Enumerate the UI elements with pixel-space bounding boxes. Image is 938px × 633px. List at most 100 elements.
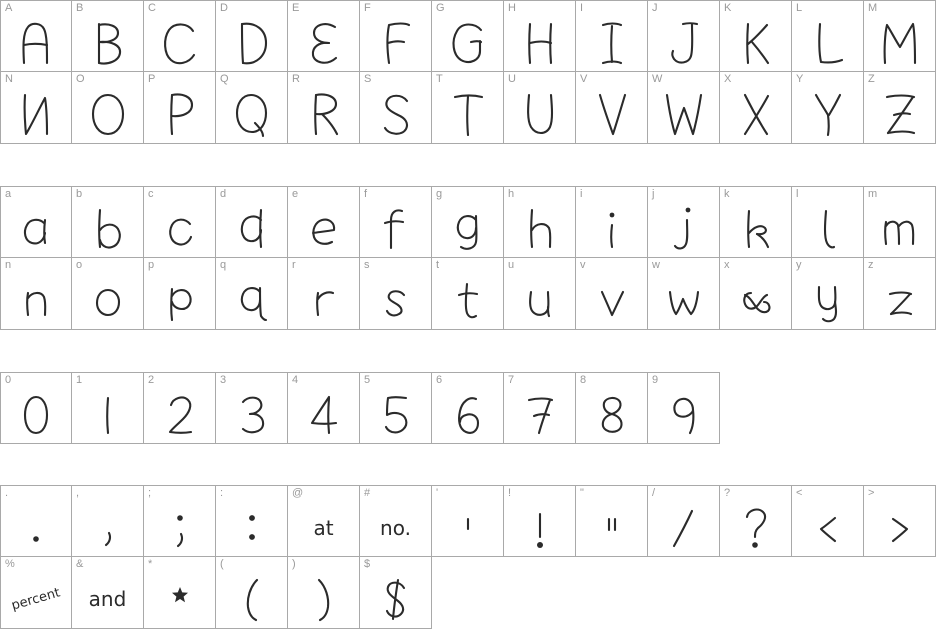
glyph-cell-punctuation-![interactable]: !	[504, 485, 576, 557]
glyph-preview-K	[720, 14, 791, 71]
glyph-cell-punctuation-<[interactable]: <	[792, 485, 864, 557]
glyph-cell-punctuation-$[interactable]: $	[360, 557, 432, 629]
glyph-cell-punctuation-?[interactable]: ?	[720, 485, 792, 557]
glyph-cell-punctuation-,[interactable]: ,	[72, 485, 144, 557]
glyph-cell-digits-3[interactable]: 3	[216, 372, 288, 444]
glyph-cell-lowercase-g[interactable]: g	[432, 186, 504, 258]
glyph-cell-uppercase-W[interactable]: W	[648, 72, 720, 144]
glyph-cell-lowercase-a[interactable]: a	[0, 186, 72, 258]
glyph-cell-uppercase-A[interactable]: A	[0, 0, 72, 72]
glyph-cell-uppercase-R[interactable]: R	[288, 72, 360, 144]
glyph-cell-uppercase-P[interactable]: P	[144, 72, 216, 144]
glyph-cell-lowercase-i[interactable]: i	[576, 186, 648, 258]
glyph-cell-punctuation-([interactable]: (	[216, 557, 288, 629]
glyph-cell-digits-6[interactable]: 6	[432, 372, 504, 444]
glyph-cell-digits-9[interactable]: 9	[648, 372, 720, 444]
glyph-cell-uppercase-K[interactable]: K	[720, 0, 792, 72]
glyph-cell-digits-5[interactable]: 5	[360, 372, 432, 444]
glyph-cell-uppercase-I[interactable]: I	[576, 0, 648, 72]
glyph-preview-F	[360, 14, 431, 71]
glyph-cell-lowercase-o[interactable]: o	[72, 258, 144, 330]
glyph-cell-lowercase-y[interactable]: y	[792, 258, 864, 330]
glyph-cell-punctuation-:[interactable]: :	[216, 485, 288, 557]
glyph-cell-uppercase-U[interactable]: U	[504, 72, 576, 144]
glyph-cell-lowercase-s[interactable]: s	[360, 258, 432, 330]
glyph-cell-lowercase-p[interactable]: p	[144, 258, 216, 330]
glyph-preview-dollar	[360, 570, 431, 628]
glyph-cell-punctuation-.[interactable]: .	[0, 485, 72, 557]
glyph-cell-punctuation-/[interactable]: /	[648, 485, 720, 557]
glyph-cell-digits-8[interactable]: 8	[576, 372, 648, 444]
glyph-cell-lowercase-q[interactable]: q	[216, 258, 288, 330]
glyph-cell-lowercase-t[interactable]: t	[432, 258, 504, 330]
glyph-cell-uppercase-G[interactable]: G	[432, 0, 504, 72]
glyph-cell-lowercase-h[interactable]: h	[504, 186, 576, 258]
glyph-cell-uppercase-Q[interactable]: Q	[216, 72, 288, 144]
glyph-preview-q	[216, 271, 287, 329]
glyph-preview-m	[864, 200, 935, 257]
glyph-cell-uppercase-O[interactable]: O	[72, 72, 144, 144]
glyph-cell-punctuation-)[interactable]: )	[288, 557, 360, 629]
glyph-cell-digits-2[interactable]: 2	[144, 372, 216, 444]
glyph-cell-uppercase-Z[interactable]: Z	[864, 72, 936, 144]
glyph-cell-uppercase-V[interactable]: V	[576, 72, 648, 144]
glyph-cell-digits-1[interactable]: 1	[72, 372, 144, 444]
glyph-preview-f	[360, 200, 431, 257]
glyph-cell-uppercase-L[interactable]: L	[792, 0, 864, 72]
glyph-cell-lowercase-x[interactable]: x	[720, 258, 792, 330]
glyph-cell-label: S	[364, 73, 372, 85]
glyph-cell-uppercase-T[interactable]: T	[432, 72, 504, 144]
glyph-preview-t	[432, 271, 503, 329]
glyph-cell-punctuation-;[interactable]: ;	[144, 485, 216, 557]
glyph-cell-label: m	[868, 188, 878, 200]
glyph-cell-punctuation-"[interactable]: "	[576, 485, 648, 557]
glyph-cell-lowercase-j[interactable]: j	[648, 186, 720, 258]
glyph-cell-lowercase-u[interactable]: u	[504, 258, 576, 330]
glyph-cell-uppercase-Y[interactable]: Y	[792, 72, 864, 144]
glyph-cell-lowercase-z[interactable]: z	[864, 258, 936, 330]
glyph-cell-lowercase-m[interactable]: m	[864, 186, 936, 258]
glyph-cell-label: )	[292, 558, 296, 570]
glyph-cell-lowercase-l[interactable]: l	[792, 186, 864, 258]
glyph-preview-question	[720, 499, 791, 556]
glyph-cell-punctuation-%[interactable]: % percent	[0, 557, 72, 629]
glyph-cell-uppercase-C[interactable]: C	[144, 0, 216, 72]
glyph-cell-lowercase-k[interactable]: k	[720, 186, 792, 258]
glyph-cell-lowercase-n[interactable]: n	[0, 258, 72, 330]
glyph-cell-label: d	[220, 188, 227, 200]
glyph-cell-uppercase-B[interactable]: B	[72, 0, 144, 72]
glyph-cell-lowercase-f[interactable]: f	[360, 186, 432, 258]
glyph-cell-punctuation-*[interactable]: *	[144, 557, 216, 629]
glyph-cell-punctuation->[interactable]: >	[864, 485, 936, 557]
glyph-cell-digits-0[interactable]: 0	[0, 372, 72, 444]
glyph-cell-lowercase-c[interactable]: c	[144, 186, 216, 258]
glyph-cell-punctuation-#[interactable]: # no.	[360, 485, 432, 557]
glyph-cell-uppercase-H[interactable]: H	[504, 0, 576, 72]
glyph-cell-uppercase-S[interactable]: S	[360, 72, 432, 144]
glyph-cell-digits-4[interactable]: 4	[288, 372, 360, 444]
glyph-cell-uppercase-M[interactable]: M	[864, 0, 936, 72]
glyph-cell-uppercase-X[interactable]: X	[720, 72, 792, 144]
glyph-cell-lowercase-e[interactable]: e	[288, 186, 360, 258]
glyph-cell-uppercase-J[interactable]: J	[648, 0, 720, 72]
glyph-cell-label: <	[796, 487, 803, 499]
glyph-cell-lowercase-r[interactable]: r	[288, 258, 360, 330]
glyph-cell-uppercase-F[interactable]: F	[360, 0, 432, 72]
glyph-cell-label: 3	[220, 374, 227, 386]
glyph-cell-punctuation-&[interactable]: & and	[72, 557, 144, 629]
glyph-preview-greater	[864, 499, 935, 556]
glyph-cell-uppercase-D[interactable]: D	[216, 0, 288, 72]
glyph-cell-uppercase-E[interactable]: E	[288, 0, 360, 72]
glyph-cell-label: N	[5, 73, 14, 85]
glyph-preview-S	[360, 85, 431, 143]
glyph-cell-lowercase-v[interactable]: v	[576, 258, 648, 330]
glyph-cell-lowercase-d[interactable]: d	[216, 186, 288, 258]
glyph-cell-uppercase-N[interactable]: N	[0, 72, 72, 144]
glyph-cell-lowercase-b[interactable]: b	[72, 186, 144, 258]
glyph-cell-punctuation-@[interactable]: @ at	[288, 485, 360, 557]
glyph-cell-punctuation-'[interactable]: '	[432, 485, 504, 557]
glyph-preview-s	[360, 271, 431, 329]
glyph-cell-lowercase-w[interactable]: w	[648, 258, 720, 330]
glyph-cell-label: ?	[724, 487, 731, 499]
glyph-cell-digits-7[interactable]: 7	[504, 372, 576, 444]
